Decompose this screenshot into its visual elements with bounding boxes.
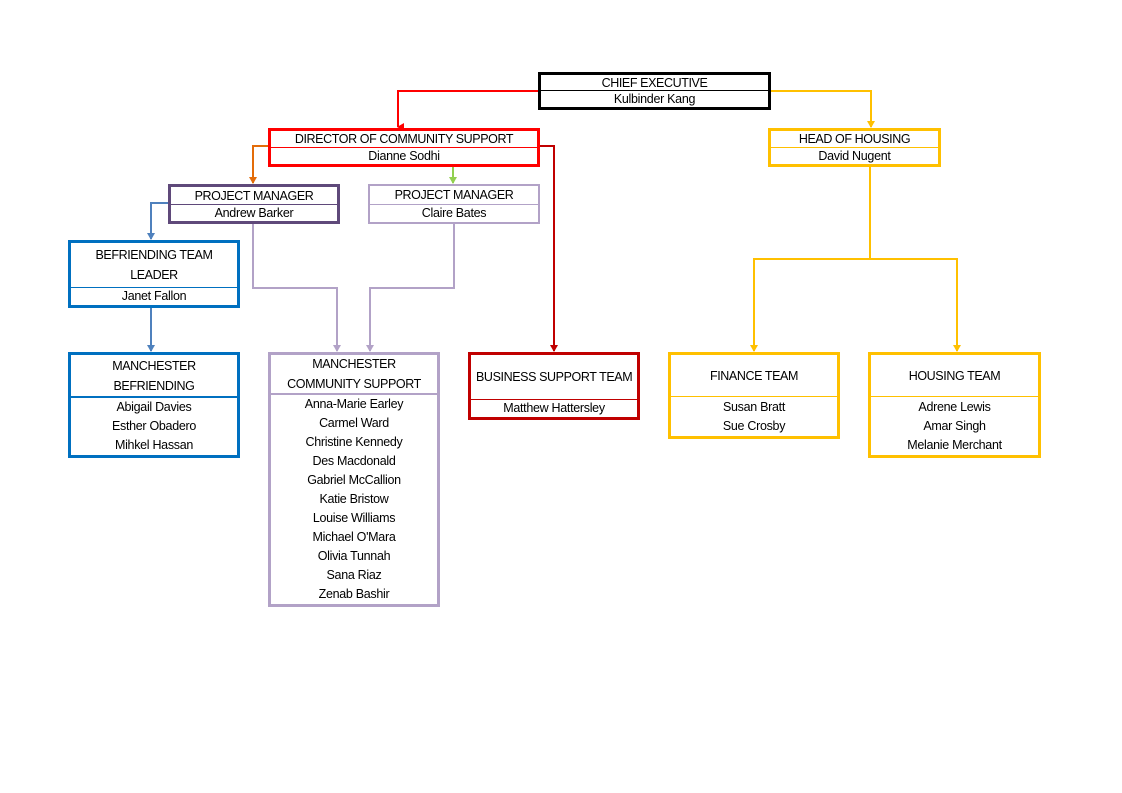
node-chief-executive[interactable]: CHIEF EXECUTIVE Kulbinder Kang	[538, 72, 771, 110]
node-finance-team[interactable]: FINANCE TEAM Susan Bratt Sue Crosby	[668, 352, 840, 439]
node-project-manager-barker[interactable]: PROJECT MANAGER Andrew Barker	[168, 184, 340, 224]
person-name: Andrew Barker	[214, 206, 294, 220]
node-people: Adrene Lewis Amar Singh Melanie Merchant	[871, 397, 1038, 455]
node-title: CHIEF EXECUTIVE	[541, 75, 768, 91]
node-title: DIRECTOR OF COMMUNITY SUPPORT	[271, 131, 537, 148]
person-name: Sue Crosby	[722, 419, 786, 433]
person-name: Zenab Bashir	[318, 587, 390, 601]
person-name: Christine Kennedy	[305, 435, 403, 449]
node-title: MANCHESTER BEFRIENDING	[71, 355, 237, 398]
edge-pm-bates-community-support	[366, 224, 455, 352]
node-people: Dianne Sodhi	[271, 148, 537, 164]
person-name: Susan Bratt	[722, 400, 785, 414]
person-name: David Nugent	[818, 149, 891, 163]
node-title: PROJECT MANAGER	[370, 186, 538, 205]
person-name: Amar Singh	[923, 419, 986, 433]
edge-pm-barker-community-support	[252, 224, 341, 352]
node-business-support-team[interactable]: BUSINESS SUPPORT TEAM Matthew Hattersley	[468, 352, 640, 420]
edge-head-of-housing-housing-team	[870, 258, 961, 352]
node-title: BEFRIENDING TEAM LEADER	[71, 243, 237, 288]
edge-ceo-director	[397, 90, 538, 131]
person-name: Abigail Davies	[116, 400, 192, 414]
person-name: Kulbinder Kang	[613, 92, 696, 106]
node-befriending-team-leader[interactable]: BEFRIENDING TEAM LEADER Janet Fallon	[68, 240, 240, 308]
node-people: Susan Bratt Sue Crosby	[671, 397, 837, 436]
edge-director-business-support	[540, 145, 558, 352]
edge-pm-barker-team-leader	[147, 202, 168, 240]
node-title: HEAD OF HOUSING	[771, 131, 938, 148]
node-manchester-community-support[interactable]: MANCHESTER COMMUNITY SUPPORT Anna-Marie …	[268, 352, 440, 607]
node-director-community-support[interactable]: DIRECTOR OF COMMUNITY SUPPORT Dianne Sod…	[268, 128, 540, 167]
person-name: Katie Bristow	[319, 492, 389, 506]
person-name: Esther Obadero	[111, 419, 197, 433]
node-people: Janet Fallon	[71, 288, 237, 305]
node-people: Claire Bates	[370, 205, 538, 222]
node-people: Matthew Hattersley	[471, 400, 637, 417]
person-name: Sana Riaz	[326, 568, 382, 582]
person-name: Dianne Sodhi	[368, 149, 440, 163]
person-name: Des Macdonald	[312, 454, 396, 468]
node-people: Andrew Barker	[171, 205, 337, 221]
person-name: Michael O'Mara	[312, 530, 396, 544]
node-people: Abigail Davies Esther Obadero Mihkel Has…	[71, 398, 237, 455]
person-name: Janet Fallon	[121, 289, 187, 303]
person-name: Gabriel McCallion	[307, 473, 401, 487]
node-title: PROJECT MANAGER	[171, 187, 337, 205]
node-title: FINANCE TEAM	[671, 355, 837, 397]
person-name: Matthew Hattersley	[503, 401, 605, 415]
person-name: Carmel Ward	[319, 416, 389, 430]
node-project-manager-bates[interactable]: PROJECT MANAGER Claire Bates	[368, 184, 540, 224]
edge-ceo-head-of-housing	[771, 90, 875, 128]
node-people: Anna-Marie Earley Carmel Ward Christine …	[271, 395, 437, 604]
edge-director-pm-barker	[249, 145, 268, 184]
person-name: Melanie Merchant	[907, 438, 1002, 452]
node-title: HOUSING TEAM	[871, 355, 1038, 397]
node-manchester-befriending[interactable]: MANCHESTER BEFRIENDING Abigail Davies Es…	[68, 352, 240, 458]
person-name: Mihkel Hassan	[114, 438, 194, 452]
person-name: Louise Williams	[312, 511, 396, 525]
person-name: Claire Bates	[421, 206, 487, 220]
node-housing-team[interactable]: HOUSING TEAM Adrene Lewis Amar Singh Mel…	[868, 352, 1041, 458]
person-name: Olivia Tunnah	[317, 549, 391, 563]
node-title: MANCHESTER COMMUNITY SUPPORT	[271, 355, 437, 395]
person-name: Adrene Lewis	[918, 400, 991, 414]
person-name: Anna-Marie Earley	[304, 397, 404, 411]
node-people: David Nugent	[771, 148, 938, 164]
node-title: BUSINESS SUPPORT TEAM	[471, 355, 637, 400]
node-head-of-housing[interactable]: HEAD OF HOUSING David Nugent	[768, 128, 941, 167]
node-people: Kulbinder Kang	[541, 91, 768, 107]
edge-head-of-housing-finance	[750, 258, 870, 352]
